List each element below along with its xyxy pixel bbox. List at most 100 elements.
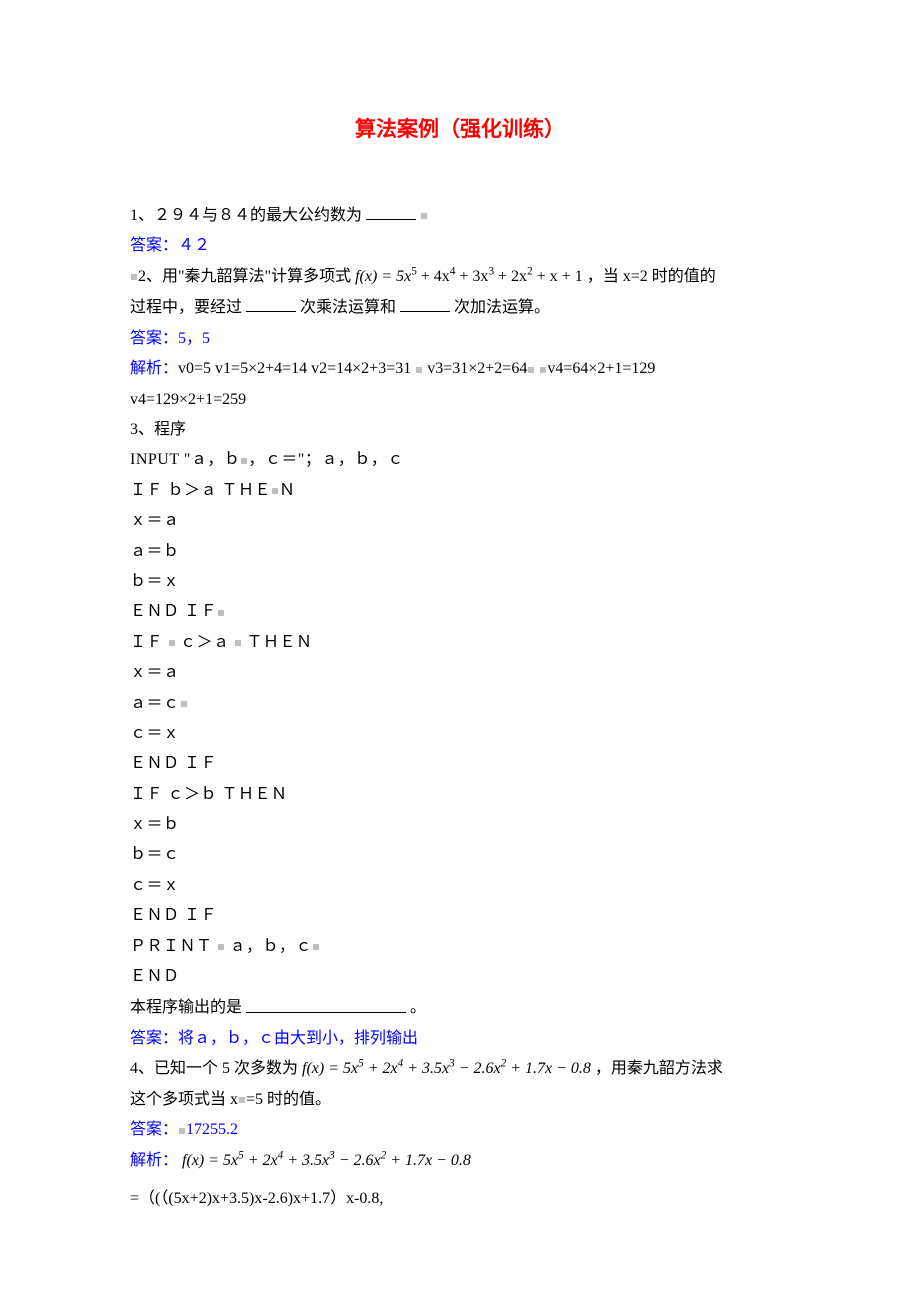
q4-answer: 答案： 17255.2 [130,1115,790,1145]
q3-blank [246,992,406,1012]
term-tail: + x + 1 [533,268,583,285]
q2-prompt-a: 2、用"秦九韶算法"计算多项式 [138,268,355,285]
marker-icon [540,367,546,373]
q3-text: 3、程序 [130,415,790,445]
q4-prompt-b: ，用秦九韶方法求 [595,1060,723,1077]
code-line-12: ＩＦ ｃ＞ｂ ＴＨＥＮ [130,780,790,810]
answer-label: 答案： [130,330,178,347]
code-2b: Ｎ [279,482,296,499]
term4: + 4x [417,268,450,285]
q4-prompt-c: 这个多项式当 x [130,1091,238,1108]
q4-t2: − 2.6x [455,1060,501,1077]
sol-b: v3=31×2+2=64 [427,360,527,377]
code-7a: ＩＦ [130,634,168,651]
code-line-13: ｘ＝ｂ [130,810,790,840]
q4-text-line1: 4、已知一个 5 次多数为 f(x) = 5x5 + 2x4 + 3.5x3 −… [130,1054,790,1084]
answer-value: 将ａ，ｂ，ｃ由大到小，排列输出 [178,1030,418,1047]
q3-prompt-c: 。 [410,1000,426,1017]
sol-c: v4=64×2+1=129 [547,360,655,377]
code-6a: ＥＮＤ ＩＦ [130,603,217,620]
answer-value: ４２ [178,237,210,254]
q4-tail: + 1.7x − 0.8 [506,1060,591,1077]
marker-icon [416,367,422,373]
marker-icon [131,274,137,280]
code-17a: ＰＲＩＮＴ [130,938,217,955]
q4-prompt-d: =5 时的值。 [246,1091,331,1108]
document-title: 算法案例（强化训练） [130,110,790,150]
code-line-9: ａ＝ｃ [130,689,790,719]
q4s-t2: − 2.6x [335,1152,381,1169]
code-1b: ，ｃ＝"；ａ，ｂ，ｃ [248,451,404,468]
q2-solution-1: 解析：v0=5 v1=5×2+4=14 v2=14×2+3=31 v3=31×2… [130,354,790,384]
q3-answer: 答案：将ａ，ｂ，ｃ由大到小，排列输出 [130,1024,790,1054]
code-line-16: ＥＮＤ ＩＦ [130,901,790,931]
q4-t4: + 2x [364,1060,398,1077]
solution-label: 解析： [130,360,178,377]
fx: f(x) = 5x [355,268,411,285]
marker-icon [528,367,534,373]
q4-fx: f(x) = 5x [302,1060,358,1077]
q2-text-line1: 2、用"秦九韶算法"计算多项式 f(x) = 5x5 + 4x4 + 3x3 +… [130,262,790,292]
marker-icon [421,213,427,219]
q4s-fx: f(x) = 5x [182,1152,238,1169]
q3-code: INPUT "ａ，ｂ ，ｃ＝"；ａ，ｂ，ｃ ＩＦ ｂ＞ａ ＴＨＥ Ｎ ｘ＝ａ ａ＝ｂ… [130,445,790,992]
code-line-3: ｘ＝ａ [130,506,790,536]
answer-label: 答案： [130,237,178,254]
answer-label: 答案： [130,1030,178,1047]
q4-formula: f(x) = 5x5 + 2x4 + 3.5x3 − 2.6x2 + 1.7x … [302,1060,595,1077]
q1-blank [366,200,416,220]
q4-text-line2: 这个多项式当 x =5 时的值。 [130,1085,790,1115]
q2-prompt-b: ，当 x=2 时的值的 [587,268,716,285]
code-line-6: ＥＮＤ ＩＦ [130,597,790,627]
page-container: 算法案例（强化训练） 1、２９４与８４的最大公约数为 答案：４２ 2、用"秦九韶… [0,0,920,1302]
code-line-1: INPUT "ａ，ｂ ，ｃ＝"；ａ，ｂ，ｃ [130,445,790,475]
code-line-4: ａ＝ｂ [130,537,790,567]
term2: + 2x [494,268,527,285]
code-line-15: ｃ＝ｘ [130,871,790,901]
q2-solution-2: v4=129×2+1=259 [130,385,790,415]
marker-icon [241,458,247,464]
code-line-17: ＰＲＩＮＴ ａ，ｂ，ｃ [130,932,790,962]
answer-label: 答案： [130,1121,178,1138]
marker-icon [181,701,187,707]
q3-output-prompt: 本程序输出的是 。 [130,992,790,1024]
q2-blank1 [246,292,296,312]
q1-prompt: 1、２９４与８４的最大公约数为 [130,207,362,224]
marker-icon [235,640,241,646]
code-7c: ＴＨＥＮ [242,634,313,651]
q2-text-line2: 过程中，要经过 次乘法运算和 次加法运算。 [130,292,790,324]
q1-text: 1、２９４与８４的最大公约数为 [130,200,790,232]
marker-icon [272,488,278,494]
q4-solution-1: 解析： f(x) = 5x5 + 2x4 + 3.5x3 − 2.6x2 + 1… [130,1146,790,1176]
marker-icon [218,944,224,950]
q1-answer: 答案：４２ [130,231,790,261]
code-7b: ｃ＞ａ [176,634,235,651]
marker-icon [218,610,224,616]
sol-d: v4=129×2+1=259 [130,391,246,408]
marker-icon [313,944,319,950]
q4s-tail: + 1.7x − 0.8 [386,1152,471,1169]
answer-value: 5，5 [178,330,210,347]
code-line-11: ＥＮＤ ＩＦ [130,749,790,779]
code-line-2: ＩＦ ｂ＞ａ ＴＨＥ Ｎ [130,476,790,506]
code-1a: INPUT "ａ，ｂ [130,451,240,468]
sol-a: v0=5 v1=5×2+4=14 v2=14×2+3=31 [178,360,415,377]
q3-prompt-b: 本程序输出的是 [130,1000,242,1017]
q2-prompt-d: 次乘法运算和 [300,299,396,316]
marker-icon [179,1128,185,1134]
q2-formula: f(x) = 5x5 + 4x4 + 3x3 + 2x2 + x + 1 [355,268,587,285]
code-17b: ａ，ｂ，ｃ [225,938,312,955]
code-line-8: ｘ＝ａ [130,658,790,688]
marker-icon [169,640,175,646]
code-line-7: ＩＦ ｃ＞ａ ＴＨＥＮ [130,628,790,658]
q2-blank2 [400,292,450,312]
term3: + 3x [455,268,488,285]
q4-prompt-a: 4、已知一个 5 次多数为 [130,1060,302,1077]
marker-icon [239,1097,245,1103]
q4-solution-2: =（(（(5x+2)x+3.5)x-2.6)x+1.7）x-0.8, [130,1184,790,1214]
q2-prompt-e: 次加法运算。 [454,299,550,316]
code-line-18: ＥＮＤ [130,962,790,992]
code-2a: ＩＦ ｂ＞ａ ＴＨＥ [130,482,271,499]
answer-value: 17255.2 [186,1121,238,1138]
q4s-t4: + 2x [244,1152,278,1169]
